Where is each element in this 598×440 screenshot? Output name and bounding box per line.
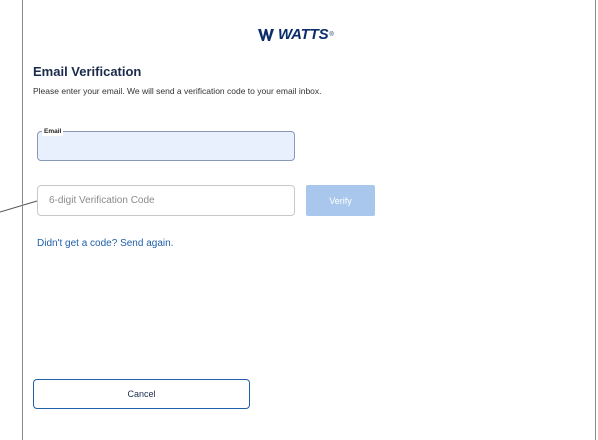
email-label: Email	[42, 127, 64, 136]
resend-code-link[interactable]: Didn't get a code? Send again.	[37, 238, 173, 249]
verification-code-input[interactable]	[38, 186, 294, 215]
page-subtitle: Please enter your email. We will send a …	[33, 86, 322, 96]
watts-w-mark-icon	[258, 28, 274, 41]
cancel-button[interactable]: Cancel	[33, 379, 250, 409]
logo-text: WATTS	[278, 26, 329, 43]
logo-registered-mark: ®	[329, 31, 334, 38]
verify-button[interactable]: Verify	[306, 185, 375, 216]
page-title: Email Verification	[33, 64, 142, 79]
email-field[interactable]: Email	[37, 127, 295, 161]
watts-logo: WATTS ®	[258, 26, 334, 43]
verification-code-field[interactable]	[37, 185, 295, 216]
